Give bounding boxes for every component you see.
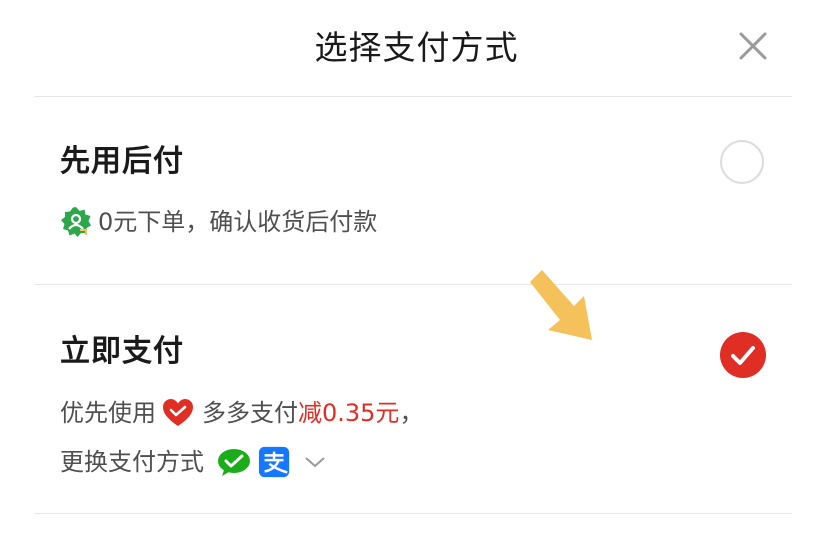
alipay-icon (258, 446, 290, 478)
option-pay-later[interactable]: 先用后付 0元下单，确认收货后付款 (34, 97, 792, 284)
option-title: 先用后付 (60, 144, 184, 179)
radio-selected[interactable] (720, 332, 766, 378)
option-pay-now[interactable]: 立即支付 优先使用 多多支付 减0.35元 ， 更换支付方式 (34, 285, 792, 513)
payment-method-sheet: 选择支付方式 先用后付 0元下单，确认收货后付款 立即支付 优先使用 多多支付 … (0, 0, 833, 555)
pay-later-text: 0元下单，确认收货后付款 (98, 208, 378, 236)
sheet-title: 选择支付方式 (314, 28, 519, 67)
discount-text: 减0.35元 (298, 399, 400, 427)
pay-later-badge-icon (61, 207, 91, 237)
change-payment-method[interactable]: 更换支付方式 (60, 445, 328, 479)
close-icon (739, 32, 767, 60)
radio-unselected[interactable] (720, 140, 764, 184)
change-payment-label: 更换支付方式 (60, 448, 204, 476)
sheet-header: 选择支付方式 (0, 0, 833, 96)
pointer-arrow-icon (530, 270, 592, 340)
check-icon (731, 346, 755, 365)
chevron-down-icon (305, 457, 325, 468)
option-description: 0元下单，确认收货后付款 (60, 205, 377, 239)
close-button[interactable] (733, 26, 773, 66)
line-suffix: ， (399, 399, 424, 427)
bottom-divider (34, 513, 792, 514)
prefer-label: 优先使用 (60, 399, 156, 427)
wallet-name: 多多支付 (202, 399, 298, 427)
option-title: 立即支付 (60, 334, 184, 369)
wechat-pay-icon (218, 449, 250, 476)
heart-wallet-icon (163, 399, 193, 426)
preferred-wallet-line: 优先使用 多多支付 减0.35元 ， (60, 396, 423, 430)
